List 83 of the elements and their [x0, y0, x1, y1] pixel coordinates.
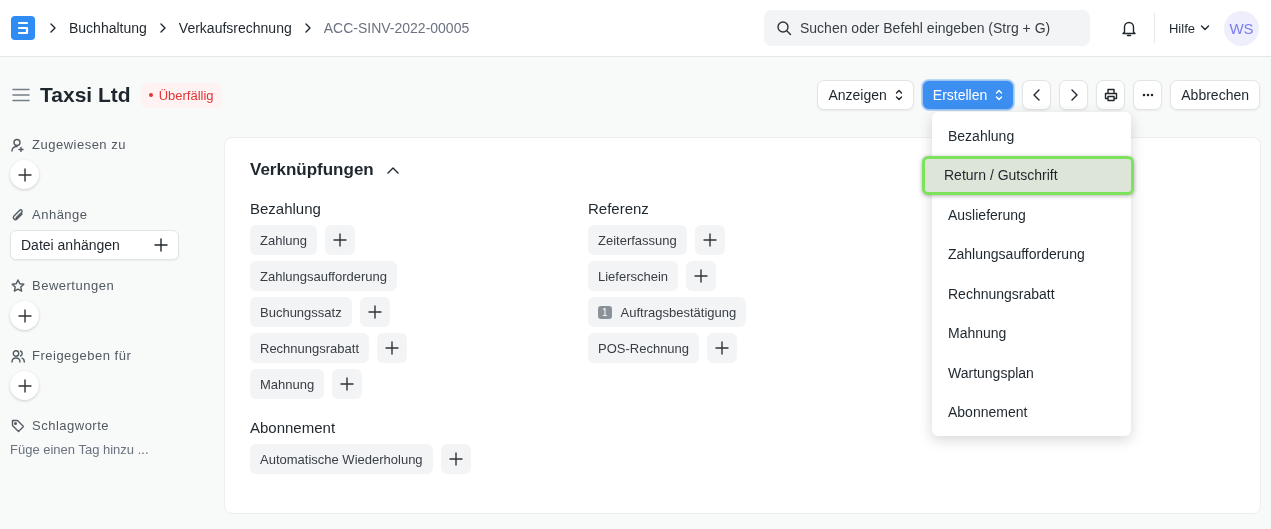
- plus-icon: [17, 167, 32, 182]
- link-chip[interactable]: Zeiterfassung: [588, 225, 687, 255]
- plus-icon: [333, 233, 347, 247]
- plus-icon: [340, 377, 355, 391]
- add-button[interactable]: [377, 333, 407, 363]
- chevron-right-icon: [49, 22, 57, 34]
- link-chip[interactable]: Automatische Wiederholung: [250, 444, 433, 474]
- link-chip[interactable]: Mahnung: [250, 369, 325, 399]
- menu-item[interactable]: Wartungsplan: [934, 353, 1129, 393]
- menu-item[interactable]: Rechnungsrabatt: [934, 274, 1129, 314]
- section-label: Zugewiesen zu: [32, 137, 126, 152]
- app-logo[interactable]: [11, 16, 35, 40]
- add-button[interactable]: [325, 225, 355, 255]
- section-label: Freigegeben für: [32, 348, 132, 363]
- add-button[interactable]: [694, 225, 725, 255]
- add-button[interactable]: [10, 371, 39, 400]
- page-title: Taxsi Ltd: [40, 83, 131, 107]
- add-button[interactable]: [332, 369, 363, 399]
- plus-icon: [715, 341, 730, 355]
- chevron-right-icon: [158, 22, 167, 34]
- chevron-down-icon: [1200, 24, 1210, 32]
- section-label: Anhänge: [32, 207, 88, 222]
- users-icon: [11, 348, 25, 363]
- link-chip[interactable]: Lieferschein: [588, 261, 679, 291]
- add-button[interactable]: [440, 444, 471, 474]
- plus-icon: [367, 305, 382, 319]
- sort-icon: [894, 89, 903, 101]
- breadcrumb-link[interactable]: Verkaufsrechnung: [178, 20, 292, 36]
- link-chip[interactable]: Buchungssatz: [250, 297, 352, 327]
- printer-icon: [1103, 88, 1118, 102]
- plus-icon: [448, 452, 463, 466]
- menu-item[interactable]: Abonnement: [934, 392, 1129, 432]
- link-chip[interactable]: Zahlungsaufforderung: [250, 261, 397, 291]
- sort-icon: [995, 89, 1004, 101]
- plus-icon: [702, 233, 717, 247]
- search-field[interactable]: Suchen oder Befehl eingeben (Strg + G): [764, 10, 1090, 46]
- logo-icon: [17, 21, 29, 35]
- plus-icon: [17, 378, 32, 393]
- plus-icon: [154, 238, 168, 252]
- view-button[interactable]: Anzeigen: [817, 80, 914, 110]
- chevron-right-icon: [303, 22, 312, 34]
- tag-input-field[interactable]: Füge einen Tag hinzu ...: [10, 442, 190, 457]
- printer-button[interactable]: [1096, 80, 1126, 110]
- link-chip[interactable]: POS-Rechnung: [588, 333, 700, 363]
- chevron-left-button[interactable]: [1022, 80, 1052, 110]
- menu-item[interactable]: Return / Gutschrift: [922, 155, 1134, 195]
- link-chip[interactable]: Zahlung: [250, 225, 317, 255]
- help-menu[interactable]: Hilfe: [1169, 20, 1210, 36]
- add-button[interactable]: [10, 160, 39, 189]
- menu-item[interactable]: Mahnung: [934, 313, 1129, 353]
- menu-icon[interactable]: [12, 88, 30, 102]
- menu-item[interactable]: Bezahlung: [934, 116, 1129, 156]
- user-plus-icon: [11, 137, 25, 152]
- plus-icon: [694, 269, 709, 283]
- group-title: Referenz: [588, 200, 650, 217]
- add-button[interactable]: [10, 301, 39, 330]
- section-label: Bewertungen: [32, 278, 115, 293]
- bell-icon[interactable]: [1120, 19, 1138, 37]
- menu-item[interactable]: Auslieferung: [934, 195, 1129, 235]
- cancel-button[interactable]: Abbrechen: [1170, 80, 1260, 110]
- search-icon: [776, 20, 792, 36]
- chevron-right-button[interactable]: [1059, 80, 1089, 110]
- add-button[interactable]: [359, 297, 390, 327]
- plus-icon: [385, 341, 399, 355]
- section-label: Schlagworte: [32, 418, 110, 433]
- paperclip-icon: [11, 207, 25, 222]
- group-title: Bezahlung: [250, 200, 322, 217]
- chevron-up-icon[interactable]: [385, 165, 400, 175]
- attach-file-button[interactable]: Datei anhängen: [10, 230, 179, 260]
- tag-icon: [11, 418, 25, 433]
- add-button[interactable]: [707, 333, 738, 363]
- link-chip[interactable]: 1 Auftragsbestätigung: [588, 297, 747, 327]
- group-title: Abonnement: [250, 419, 337, 436]
- status-label: Überfällig: [158, 87, 214, 103]
- plus-icon: [17, 308, 32, 323]
- breadcrumb-link[interactable]: ACC-SINV-2022-00005: [323, 20, 470, 36]
- star-icon: [11, 278, 25, 293]
- breadcrumb-link[interactable]: Buchhaltung: [69, 20, 147, 36]
- add-button[interactable]: [686, 261, 717, 291]
- count-badge: 1: [598, 305, 612, 319]
- section-title: Verknüpfungen: [250, 160, 374, 180]
- menu-item[interactable]: Zahlungsaufforderung: [934, 234, 1129, 274]
- link-chip[interactable]: Rechnungsrabatt: [250, 333, 369, 363]
